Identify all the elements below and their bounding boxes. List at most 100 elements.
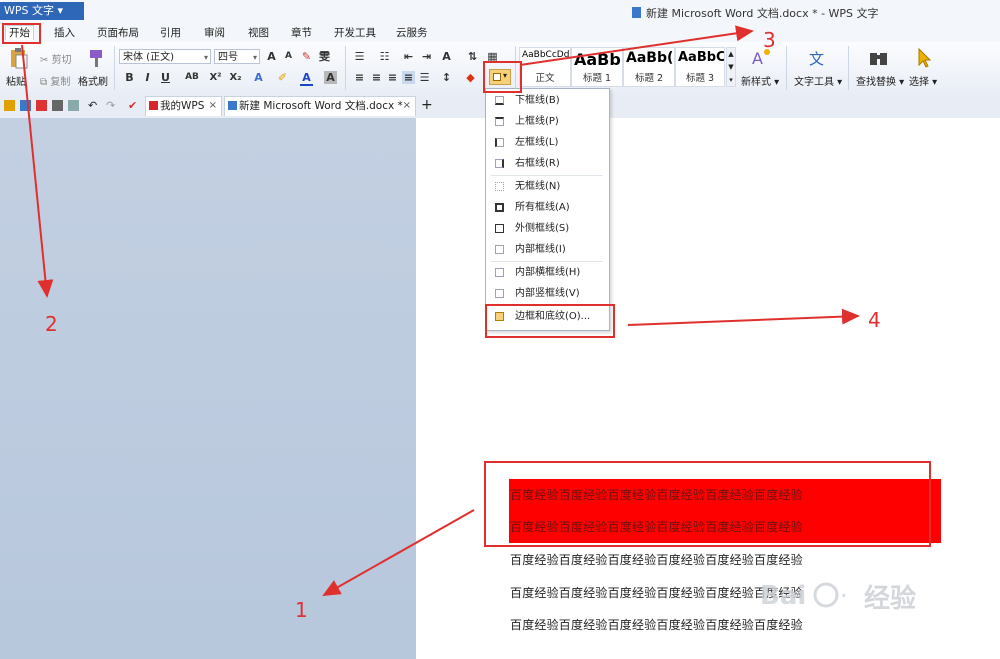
distribute-icon[interactable]: ☰: [418, 71, 431, 84]
chinese-layout-icon[interactable]: A: [440, 50, 453, 63]
font-color-icon[interactable]: A: [300, 71, 313, 86]
app-menu-button[interactable]: WPS 文字 ▾: [0, 2, 84, 20]
highlight-icon[interactable]: ✐: [276, 71, 289, 84]
new-style-label[interactable]: 新样式 ▾: [741, 73, 779, 88]
svg-text:A: A: [752, 49, 763, 68]
menu-item-bottom-border[interactable]: 下框线(B): [491, 91, 603, 111]
cut-button[interactable]: ✂ 剪切: [40, 51, 72, 66]
menu-item-outside-borders[interactable]: 外侧框线(S): [491, 219, 603, 239]
format-painter-label[interactable]: 格式刷: [78, 73, 108, 88]
style-normal-sample: AaBbCcDd: [522, 50, 570, 60]
text-tool-label[interactable]: 文字工具 ▾: [794, 73, 842, 88]
menu-item-right-border[interactable]: 右框线(R): [491, 154, 603, 174]
select-label[interactable]: 选择 ▾: [909, 73, 937, 88]
bullets-icon[interactable]: ☰: [353, 50, 366, 63]
shading-fill-icon[interactable]: ◆: [464, 71, 477, 84]
tab-document[interactable]: 新建 Microsoft Word 文档.docx * ×: [224, 96, 416, 116]
strikethrough-button[interactable]: AB: [183, 71, 201, 84]
style-heading-1[interactable]: AaBb 标题 1: [571, 47, 623, 87]
phonetic-icon[interactable]: 雯: [318, 50, 331, 63]
superscript-button[interactable]: X²: [209, 71, 222, 84]
menu-item-inside-vertical[interactable]: 内部竖框线(V): [491, 284, 603, 304]
tab-cloud[interactable]: 云服务: [396, 26, 428, 40]
close-icon[interactable]: ×: [403, 97, 411, 115]
tab-insert[interactable]: 插入: [54, 26, 75, 40]
line-spacing-icon[interactable]: ↕: [440, 71, 453, 84]
menu-item-inside-horizontal[interactable]: 内部横框线(H): [491, 263, 603, 283]
tab-review[interactable]: 审阅: [204, 26, 225, 40]
tab-page-layout[interactable]: 页面布局: [97, 26, 139, 40]
numbering-icon[interactable]: ☷: [378, 50, 391, 63]
styles-scroll[interactable]: ▲ ▼ ▾: [726, 47, 736, 87]
inside-borders-icon: [495, 245, 504, 254]
redo-icon[interactable]: ↷: [106, 100, 117, 111]
svg-text:Bai: Bai: [760, 581, 806, 611]
left-border-icon: [495, 138, 504, 147]
menu-item-label: 外侧框线(S): [515, 223, 570, 234]
style-heading-2[interactable]: AaBb( 标题 2: [623, 47, 675, 87]
align-center-icon[interactable]: ≡: [370, 71, 383, 84]
menu-item-label: 所有框线(A): [515, 202, 570, 213]
bold-button[interactable]: B: [123, 71, 136, 84]
binoculars-icon[interactable]: [868, 47, 890, 67]
copy-button[interactable]: ⧉ 复制: [40, 73, 70, 88]
cursor-icon[interactable]: [914, 47, 936, 68]
font-size-select[interactable]: 四号: [214, 49, 260, 64]
style-heading-3-sample: AaBbC: [678, 50, 725, 65]
style-heading-1-sample: AaBb: [574, 50, 621, 69]
document-line[interactable]: 百度经验百度经验百度经验百度经验百度经验百度经验: [510, 616, 803, 633]
new-tab-icon[interactable]: +: [421, 97, 433, 113]
text-tool-icon[interactable]: 文: [807, 47, 829, 68]
align-right-icon[interactable]: ≡: [386, 71, 399, 84]
decrease-indent-icon[interactable]: ⇤: [402, 50, 415, 63]
menu-separator: [491, 261, 603, 262]
sort-icon[interactable]: ⇅: [466, 50, 479, 63]
style-heading-3[interactable]: AaBbC 标题 3: [675, 47, 725, 87]
increase-indent-icon[interactable]: ⇥: [420, 50, 433, 63]
all-borders-icon: [495, 203, 504, 212]
print-icon[interactable]: [52, 100, 63, 111]
paste-label[interactable]: 粘贴: [6, 73, 26, 88]
font-name-value: 宋体 (正文): [123, 52, 174, 63]
menu-item-no-border[interactable]: 无框线(N): [491, 177, 603, 197]
border-dropdown: 下框线(B) 上框线(P) 左框线(L) 右框线(R) 无框线(N) 所有框线(…: [485, 88, 610, 331]
menu-item-label: 无框线(N): [515, 181, 561, 192]
paste-icon[interactable]: [8, 48, 30, 69]
ribbon-separator: [114, 46, 115, 90]
document-icon: [632, 7, 641, 18]
save-icon[interactable]: [20, 100, 31, 111]
clear-format-icon[interactable]: ✎: [300, 50, 313, 63]
tab-my-wps[interactable]: 我的WPS ×: [145, 96, 222, 116]
print-preview-icon[interactable]: [68, 100, 79, 111]
document-line[interactable]: 百度经验百度经验百度经验百度经验百度经验百度经验: [510, 584, 803, 601]
document-line[interactable]: 百度经验百度经验百度经验百度经验百度经验百度经验: [510, 551, 803, 568]
annotation-box-borders-shading: [485, 304, 615, 338]
style-normal[interactable]: AaBbCcDd 正文: [519, 47, 571, 87]
shrink-font-button[interactable]: A: [282, 50, 295, 63]
justify-icon[interactable]: ≡: [402, 71, 415, 84]
text-effect-icon[interactable]: A: [252, 71, 265, 84]
export-pdf-icon[interactable]: [36, 100, 47, 111]
find-replace-text: 查找替换: [856, 77, 896, 88]
italic-button[interactable]: I: [141, 71, 154, 84]
open-icon[interactable]: [4, 100, 15, 111]
tab-references[interactable]: 引用: [160, 26, 181, 40]
grow-font-button[interactable]: A: [265, 50, 278, 63]
tab-view[interactable]: 视图: [248, 26, 269, 40]
font-name-select[interactable]: 宋体 (正文): [119, 49, 211, 64]
tab-chapter[interactable]: 章节: [291, 26, 312, 40]
tab-developer[interactable]: 开发工具: [334, 26, 376, 40]
format-painter-icon[interactable]: [85, 48, 107, 68]
close-icon[interactable]: ×: [209, 97, 217, 115]
underline-button[interactable]: U: [159, 71, 172, 84]
menu-item-all-borders[interactable]: 所有框线(A): [491, 198, 603, 218]
align-left-icon[interactable]: ≡: [353, 71, 366, 84]
menu-item-inside-borders[interactable]: 内部框线(I): [491, 240, 603, 260]
subscript-button[interactable]: X₂: [229, 71, 242, 84]
find-replace-label[interactable]: 查找替换 ▾: [856, 73, 904, 88]
customize-icon[interactable]: ✔: [128, 100, 139, 111]
menu-item-left-border[interactable]: 左框线(L): [491, 133, 603, 153]
char-shading-icon[interactable]: A: [324, 71, 337, 84]
undo-icon[interactable]: ↶: [88, 100, 99, 111]
menu-item-top-border[interactable]: 上框线(P): [491, 112, 603, 132]
